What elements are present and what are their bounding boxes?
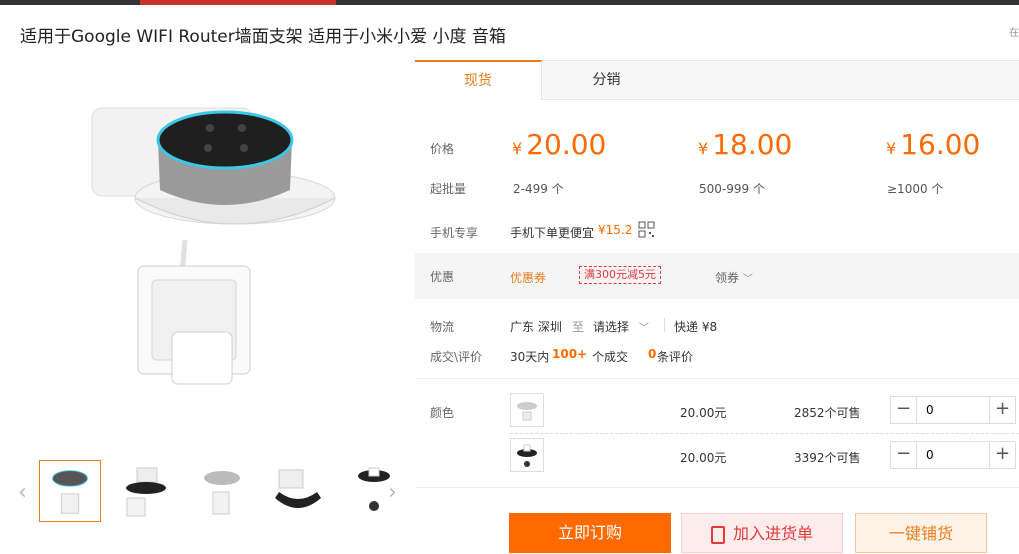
claim-coupon-button[interactable]: 领券 ﹀ [715,269,753,286]
destination-select[interactable]: 请选择 ﹀ [593,318,649,335]
mobile-label: 手机专享 [430,226,479,240]
thumbnail-strip: ‹ › [18,458,408,524]
ship-from: 广东 深圳 [510,320,562,334]
plus-icon[interactable]: + [989,442,1015,468]
section-divider [415,378,1019,379]
quantity-input-2[interactable] [918,442,988,468]
tab-bar: 现货 分销 [415,60,1019,100]
express-fee: 快递 ¥8 [674,320,718,334]
thumbnail-1[interactable] [39,460,101,522]
deals-period: 30天内 [510,350,550,364]
sku-thumbnail-2[interactable] [510,438,544,472]
qr-code-icon[interactable] [638,221,655,238]
tab-distribution[interactable]: 分销 [543,60,670,100]
logistics-divider [664,318,665,332]
promo-label: 优惠 [430,270,455,284]
one-key-distribute-button[interactable]: 一键铺货 [855,513,987,553]
price-tier-3: ¥16.00 [886,128,981,161]
reviews-count[interactable]: 0 [648,347,656,361]
mobile-price: ¥15.2 [598,223,633,237]
thumbnail-3[interactable] [191,460,253,522]
plus-icon[interactable]: + [989,397,1015,423]
section-divider [415,487,1019,488]
to-word: 至 [572,320,585,334]
price-label: 价格 [430,142,455,156]
quantity-stepper-2: − + [890,441,1016,469]
deals-label: 成交\评价 [430,350,483,364]
clipboard-icon [710,525,725,544]
coupon-label: 优惠券 [510,271,547,285]
top-bar [0,0,1019,5]
sku-stock-1: 2852个可售 [794,406,861,420]
tab-spot[interactable]: 现货 [415,60,542,100]
sku-image-2 [517,444,537,467]
sku-row-divider [510,433,1019,434]
mobile-text: 手机下单更便宜 [510,226,595,240]
add-to-cart-button[interactable]: 加入进货单 [681,513,843,553]
sku-image-1 [517,402,537,421]
quantity-input-1[interactable] [918,397,988,423]
thumbnail-2[interactable] [115,460,177,522]
sku-thumbnail-1[interactable] [510,393,544,427]
top-bar-accent [140,0,336,5]
moq-label: 起批量 [430,182,467,196]
minus-icon[interactable]: − [891,397,917,423]
sku-stock-2: 3392个可售 [794,451,861,465]
price-tier-1: ¥20.00 [512,128,607,161]
minus-icon[interactable]: − [891,442,917,468]
main-product-image [91,107,336,385]
logistics-label: 物流 [430,320,455,334]
deals-count[interactable]: 100+ [552,347,587,361]
thumbnail-4[interactable] [267,460,329,522]
buy-now-button[interactable]: 立即订购 [509,513,671,553]
moq-tier-3: ≥1000 个 [887,182,944,196]
moq-tier-2: 500-999 个 [699,182,765,196]
header-right-text[interactable]: 在 [1009,24,1019,39]
deals-count-suffix: 个成交 [592,350,629,364]
thumb-next-icon[interactable]: › [388,480,397,505]
chevron-down-icon: ﹀ [742,274,753,285]
price-tier-2: ¥18.00 [698,128,793,161]
chevron-down-icon: ﹀ [638,323,649,334]
sku-price-2: 20.00元 [680,451,727,465]
sku-price-1: 20.00元 [680,406,727,420]
product-title: 适用于Google WIFI Router墙面支架 适用于小米小爱 小度 音箱 [20,27,506,47]
moq-tier-1: 2-499 个 [513,182,564,196]
color-label: 颜色 [430,406,455,420]
coupon-tag[interactable]: 满300元减5元 [579,266,661,284]
thumb-prev-icon[interactable]: ‹ [18,480,27,505]
reviews-suffix: 条评价 [657,350,694,364]
quantity-stepper-1: − + [890,396,1016,424]
